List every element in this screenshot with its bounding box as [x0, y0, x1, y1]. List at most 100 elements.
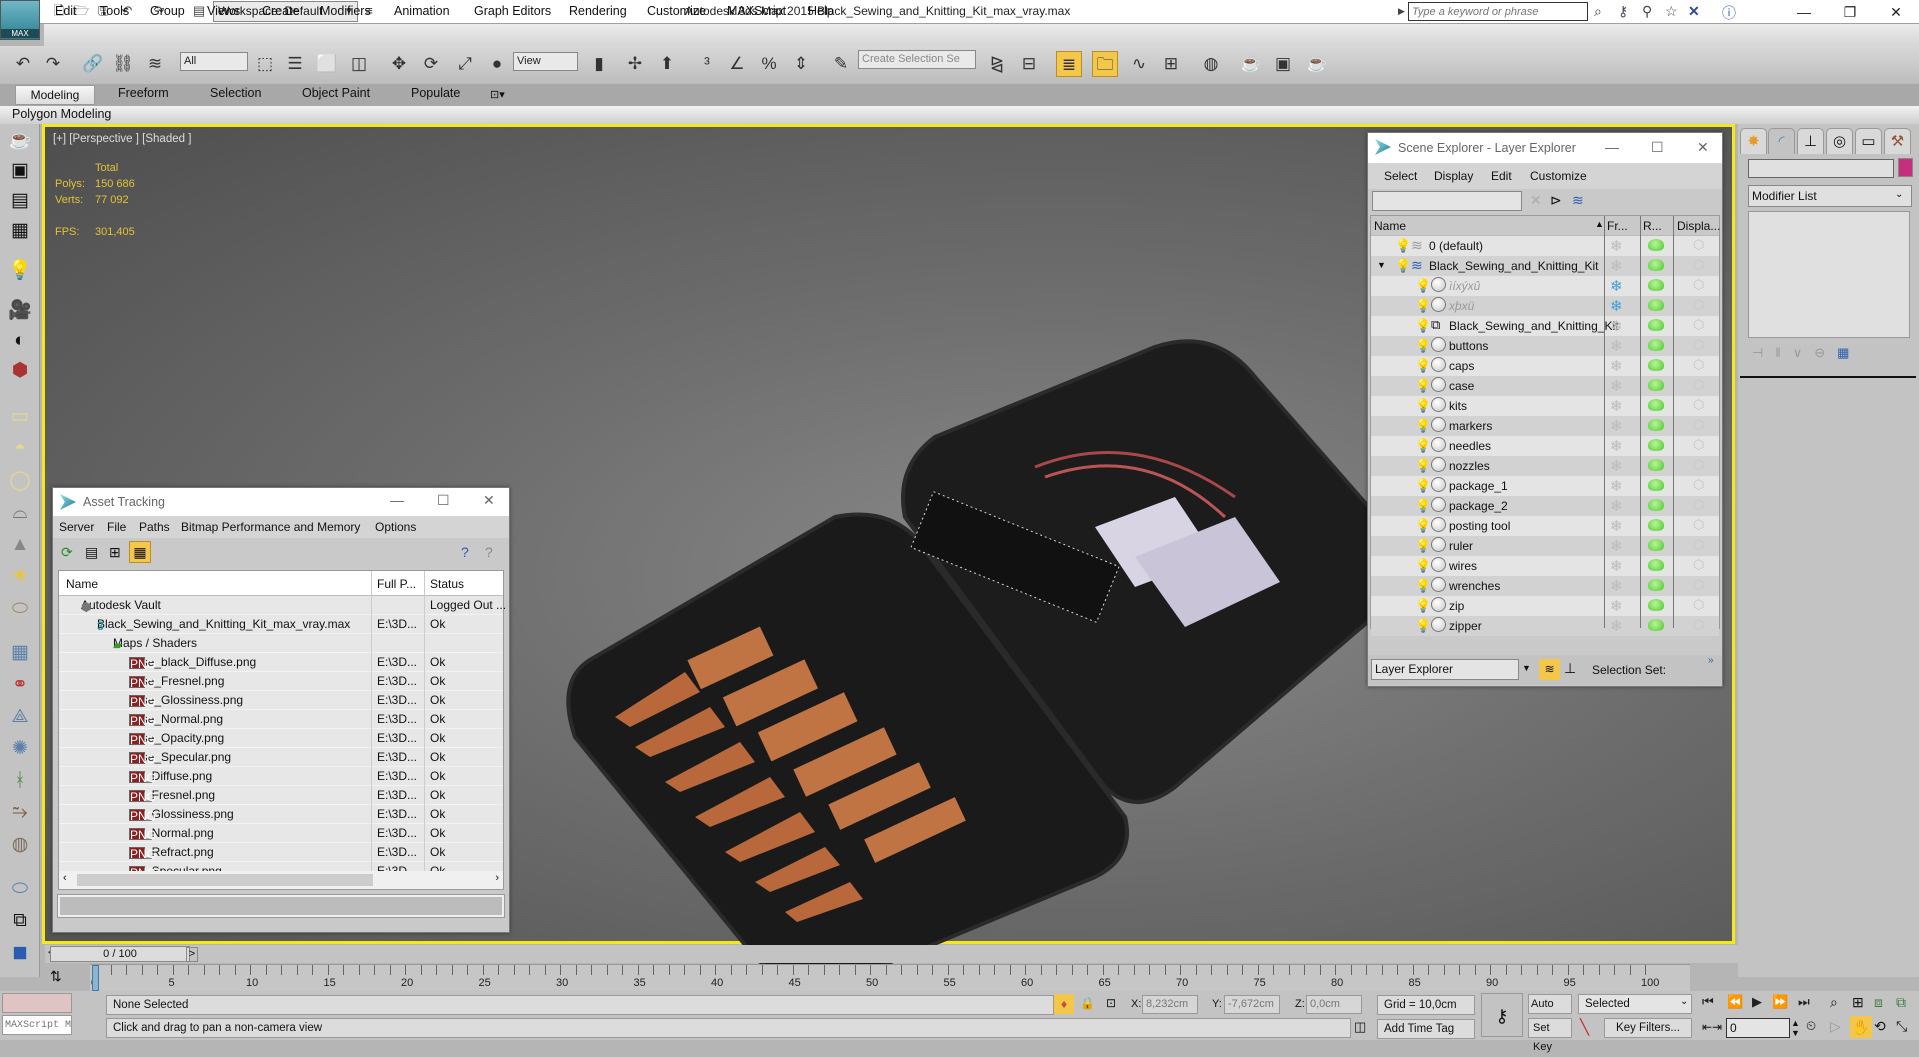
close-button[interactable]: ✕ — [1873, 0, 1919, 24]
renderable-teapot-icon[interactable] — [1648, 559, 1664, 571]
auto-key-button[interactable]: Auto Key — [1528, 994, 1572, 1029]
visibility-bulb-icon[interactable]: 💡 — [1415, 438, 1431, 454]
display-box-icon[interactable]: ⬡ — [1693, 337, 1704, 353]
freeze-icon[interactable]: ❄ — [1610, 317, 1623, 335]
modifier-list-dropdown[interactable]: Modifier List — [1748, 185, 1912, 207]
display-box-icon[interactable]: ⬡ — [1693, 477, 1704, 493]
column-status[interactable]: Status — [430, 577, 464, 591]
mesh-light-icon[interactable]: ⌓ — [5, 500, 35, 526]
material-browser-icon[interactable]: ⧉ — [5, 908, 35, 934]
selection-filter-dropdown[interactable]: All — [180, 52, 248, 71]
manipulate-icon[interactable]: ✢ — [622, 51, 648, 77]
time-configuration-icon[interactable]: ⏲ — [1806, 1018, 1816, 1034]
renderable-teapot-icon[interactable] — [1648, 539, 1664, 551]
renderable-teapot-icon[interactable] — [1648, 499, 1664, 511]
rendered-frame-window-icon[interactable]: ▣ — [1270, 51, 1296, 77]
menu-group[interactable]: Group — [150, 4, 185, 18]
visibility-bulb-icon[interactable]: 💡 — [1415, 478, 1431, 494]
pin-stack-icon[interactable]: ⊣ — [1752, 345, 1775, 360]
layer-row[interactable]: 💡 nozzles ❄ ⬡ — [1371, 456, 1719, 476]
visibility-bulb-icon[interactable]: 💡 — [1415, 458, 1431, 474]
menu-help[interactable]: Help — [808, 4, 834, 18]
renderable-teapot-icon[interactable] — [1648, 379, 1664, 391]
proxy-icon[interactable]: ⟁ — [5, 704, 35, 730]
scroll-left-icon[interactable]: ‹ — [63, 872, 67, 884]
freeze-icon[interactable]: ❄ — [1610, 437, 1623, 455]
scrollbar-thumb[interactable] — [77, 874, 373, 886]
layer-row[interactable]: 💡 needles ❄ ⬡ — [1371, 436, 1719, 456]
asset-row[interactable]: PNG case_black_Diffuse.png E:\3D... Ok — [59, 653, 503, 672]
scene-explorer-toggle-icon[interactable]: 🗀 — [1092, 51, 1118, 77]
object-name-input[interactable] — [1748, 159, 1894, 178]
asset-row[interactable]: PNG set_Fresnel.png E:\3D... Ok — [59, 786, 503, 805]
panel-grid-icon[interactable]: ▦ — [5, 218, 35, 244]
search-expand-icon[interactable]: ▶ — [1398, 6, 1405, 17]
object-color-swatch[interactable] — [1898, 158, 1913, 177]
subscription-icon[interactable]: ⚲ — [1642, 3, 1652, 20]
window-crossing-icon[interactable]: ◫ — [346, 51, 372, 77]
visibility-bulb-icon[interactable]: 💡 — [1415, 318, 1431, 334]
metaball-icon[interactable]: ⚭ — [5, 672, 35, 698]
hierarchy-icon[interactable]: ⊥ — [1797, 128, 1824, 154]
layer-row[interactable]: 💡 xþxü ❄ ⬡ — [1371, 296, 1719, 316]
display-icon[interactable]: ▭ — [1855, 128, 1882, 154]
menu-display[interactable]: Display — [1434, 169, 1473, 183]
ies-light-icon[interactable]: ⬭ — [5, 596, 35, 622]
menu-options[interactable]: Options — [375, 520, 416, 534]
key-mode-dropdown[interactable]: Selected — [1578, 994, 1692, 1014]
column-name[interactable]: Name — [66, 577, 98, 591]
bind-space-warp-icon[interactable]: ≋ — [142, 51, 168, 77]
display-box-icon[interactable]: ⬡ — [1693, 517, 1704, 533]
camera-physical-icon[interactable]: ⬢ — [5, 358, 35, 384]
set-key-mode-icon[interactable]: ⚷ — [1481, 993, 1523, 1037]
asset-row[interactable]: PNG set_Glossiness.png E:\3D... Ok — [59, 805, 503, 824]
ribbon-tab-selection[interactable]: Selection — [210, 86, 261, 100]
keyboard-shortcut-override-icon[interactable]: ⬆ — [654, 51, 680, 77]
display-box-icon[interactable]: ⬡ — [1693, 597, 1704, 613]
create-icon[interactable]: ✸ — [1740, 128, 1767, 154]
default-tangent-icon[interactable]: ╲ — [1580, 1018, 1589, 1036]
y-coordinate-field[interactable]: -7,672cm — [1224, 995, 1280, 1014]
move-icon[interactable]: ✥ — [386, 51, 412, 77]
remove-modifier-icon[interactable]: ⊖ — [1814, 345, 1837, 360]
play-icon[interactable]: ▶ — [1752, 994, 1762, 1010]
polygon-modeling-panel[interactable]: Polygon Modeling — [12, 106, 111, 123]
menu-rendering[interactable]: Rendering — [569, 4, 627, 18]
menu-edit[interactable]: Edit — [1491, 169, 1512, 183]
pan-hand-icon[interactable]: ✋ — [1850, 1016, 1872, 1038]
render-frame-icon[interactable]: ▣ — [5, 158, 35, 184]
ribbon-tab-object-paint[interactable]: Object Paint — [302, 86, 370, 100]
percent-snap-icon[interactable]: % — [756, 51, 782, 77]
freeze-icon[interactable]: ❄ — [1610, 517, 1623, 535]
renderable-teapot-icon[interactable] — [1648, 519, 1664, 531]
visibility-bulb-icon[interactable]: 💡 — [1415, 578, 1431, 594]
visibility-bulb-icon[interactable]: 💡 — [1415, 378, 1431, 394]
renderable-teapot-icon[interactable] — [1648, 239, 1664, 251]
freeze-icon[interactable]: ❄ — [1610, 417, 1623, 435]
visibility-bulb-icon[interactable]: 💡 — [1415, 618, 1431, 634]
display-box-icon[interactable]: ⬡ — [1693, 317, 1704, 333]
visibility-bulb-icon[interactable]: 💡 — [1395, 238, 1411, 254]
help-icon[interactable]: ? — [461, 544, 469, 560]
layer-explorer-icon[interactable]: ≣ — [1056, 51, 1082, 77]
layer-row[interactable]: ▼ 💡 ≋ Black_Sewing_and_Knitting_Kit ❄ ⬡ — [1371, 256, 1719, 276]
column-display[interactable]: Displa... — [1677, 219, 1720, 233]
renderable-teapot-icon[interactable] — [1648, 579, 1664, 591]
current-frame-field[interactable]: 0 — [1726, 1018, 1790, 1038]
freeze-icon[interactable]: ❄ — [1610, 237, 1623, 255]
freeze-icon[interactable]: ❄ — [1610, 337, 1623, 355]
modifier-stack[interactable] — [1748, 211, 1910, 338]
ribbon-tab-populate[interactable]: Populate — [411, 86, 460, 100]
asset-row[interactable]: ⬢ Autodesk Vault Logged Out ... — [59, 596, 506, 615]
filter-icon[interactable]: ⊳ — [1550, 192, 1562, 209]
spot-light-icon[interactable]: ▲ — [5, 532, 35, 558]
layer-row[interactable]: 💡 ruler ❄ ⬡ — [1371, 536, 1719, 556]
select-object-icon[interactable]: ⬚ — [252, 51, 278, 77]
app-menu-button[interactable]: MAX — [0, 0, 40, 40]
search-input[interactable] — [1408, 2, 1588, 21]
menu-tools[interactable]: Tools — [100, 4, 129, 18]
restore-button[interactable]: ❐ — [1827, 0, 1873, 24]
visibility-bulb-icon[interactable]: 💡 — [1415, 298, 1431, 314]
freeze-icon[interactable]: ❄ — [1610, 597, 1623, 615]
freeze-icon[interactable]: ❄ — [1610, 617, 1623, 635]
